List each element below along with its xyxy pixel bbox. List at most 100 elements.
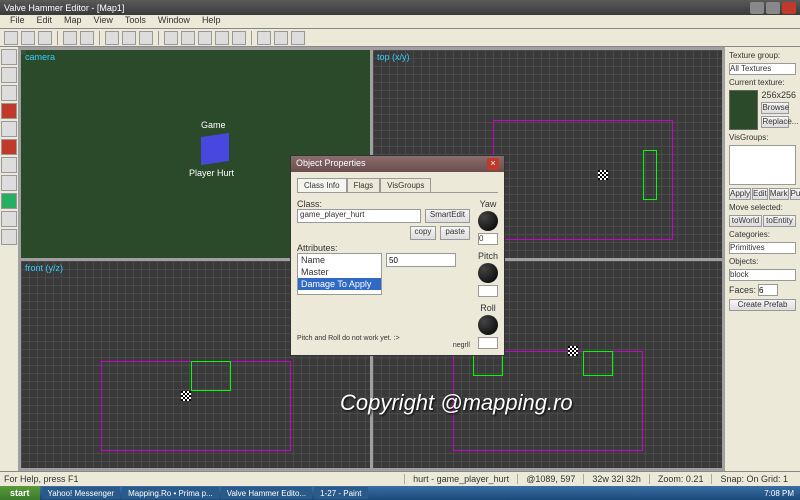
taskbar-item[interactable]: 1-27 - Paint	[314, 487, 367, 499]
object-properties-dialog: Object Properties × Class Info Flags Vis…	[290, 155, 505, 356]
taskbar-item[interactable]: Mapping.Ro • Prima p...	[122, 487, 219, 499]
smartedit-button[interactable]: SmartEdit	[425, 209, 470, 223]
paste-icon[interactable]	[139, 31, 153, 45]
taskbar-item[interactable]: Valve Hammer Edito...	[221, 487, 312, 499]
ungroup-icon[interactable]	[232, 31, 246, 45]
viewport-label: top (x/y)	[377, 52, 410, 62]
objects-select[interactable]: block	[729, 269, 796, 281]
attr-name[interactable]: Name	[298, 254, 381, 266]
menu-view[interactable]: View	[88, 15, 119, 28]
purge-button[interactable]: Purge	[790, 188, 800, 200]
decal-tool[interactable]	[1, 175, 17, 191]
tool-palette	[0, 47, 18, 471]
faces-input[interactable]	[758, 284, 778, 296]
minimize-button[interactable]	[750, 2, 764, 14]
magnify-tool[interactable]	[1, 67, 17, 83]
paste-button[interactable]: paste	[440, 226, 470, 240]
undo-icon[interactable]	[63, 31, 77, 45]
roll-sphere[interactable]	[478, 315, 498, 335]
texture-group-select[interactable]: All Textures	[729, 63, 796, 75]
selection-box[interactable]	[643, 150, 657, 200]
move-selected-label: Move selected:	[729, 203, 796, 212]
tab-classinfo[interactable]: Class Info	[297, 178, 347, 192]
group-icon[interactable]	[215, 31, 229, 45]
selection-tool[interactable]	[1, 49, 17, 65]
align-icon[interactable]	[274, 31, 288, 45]
vertex-tool[interactable]	[1, 211, 17, 227]
mark-button[interactable]: Mark	[769, 188, 789, 200]
maximize-button[interactable]	[766, 2, 780, 14]
save-icon[interactable]	[38, 31, 52, 45]
entity-handle[interactable]	[181, 391, 191, 401]
cut-icon[interactable]	[105, 31, 119, 45]
title-bar: Valve Hammer Editor - [Map1]	[0, 0, 800, 15]
clip-tool[interactable]	[1, 193, 17, 209]
redo-icon[interactable]	[80, 31, 94, 45]
menu-help[interactable]: Help	[196, 15, 227, 28]
visgroups-list[interactable]	[729, 145, 796, 185]
create-prefab-button[interactable]: Create Prefab	[729, 299, 796, 311]
menu-tools[interactable]: Tools	[119, 15, 152, 28]
pitch-select[interactable]	[478, 285, 498, 297]
current-texture-label: Current texture:	[729, 78, 796, 87]
dialog-titlebar[interactable]: Object Properties ×	[291, 156, 504, 172]
attributes-list[interactable]: Name Master Damage To Apply	[297, 253, 382, 295]
apply-button[interactable]: Apply	[729, 188, 751, 200]
camera-tool[interactable]	[1, 85, 17, 101]
start-button[interactable]: start	[0, 486, 40, 500]
visgroups-label: VisGroups:	[729, 133, 796, 142]
replace-button[interactable]: Replace...	[761, 116, 789, 128]
tab-visgroups[interactable]: VisGroups	[380, 178, 431, 192]
status-coords: @1089, 597	[517, 474, 583, 484]
run-icon[interactable]	[291, 31, 305, 45]
close-button[interactable]	[782, 2, 796, 14]
dialog-title: Object Properties	[296, 158, 366, 170]
taskbar: start Yahoo! Messenger Mapping.Ro • Prim…	[0, 486, 800, 500]
texture-tool[interactable]	[1, 139, 17, 155]
texture-preview[interactable]	[729, 90, 758, 130]
attr-master[interactable]: Master	[298, 266, 381, 278]
entity-handle[interactable]	[598, 170, 608, 180]
menu-file[interactable]: File	[4, 15, 31, 28]
dialog-close-button[interactable]: ×	[487, 158, 499, 170]
attribute-value-input[interactable]	[386, 253, 456, 267]
roll-select[interactable]	[478, 337, 498, 349]
menu-window[interactable]: Window	[152, 15, 196, 28]
path-tool[interactable]	[1, 229, 17, 245]
class-select[interactable]: game_player_hurt	[297, 209, 421, 223]
entity-cube[interactable]	[201, 133, 229, 165]
entity-tool[interactable]	[1, 103, 17, 119]
categories-select[interactable]: Primitives	[729, 242, 796, 254]
browse-button[interactable]: Browse	[761, 102, 789, 114]
new-icon[interactable]	[4, 31, 18, 45]
toworld-button[interactable]: toWorld	[729, 215, 762, 227]
roll-label: Roll	[480, 303, 496, 313]
viewport-label: camera	[25, 52, 55, 62]
taskbar-item[interactable]: Yahoo! Messenger	[42, 487, 121, 499]
block-tool[interactable]	[1, 121, 17, 137]
menu-edit[interactable]: Edit	[31, 15, 59, 28]
edit-button[interactable]: Edit	[752, 188, 768, 200]
menu-map[interactable]: Map	[58, 15, 88, 28]
selection-box[interactable]	[583, 351, 613, 376]
status-help: For Help, press F1	[4, 474, 79, 484]
texture-lock-icon[interactable]	[257, 31, 271, 45]
menu-bar: File Edit Map View Tools Window Help	[0, 15, 800, 29]
copy-button[interactable]: copy	[410, 226, 437, 240]
yaw-select[interactable]: 0	[478, 233, 498, 245]
selection-box[interactable]	[191, 361, 231, 391]
yaw-sphere[interactable]	[478, 211, 498, 231]
texture-group-label: Texture group:	[729, 51, 796, 60]
snap-icon[interactable]	[181, 31, 195, 45]
open-icon[interactable]	[21, 31, 35, 45]
copy-icon[interactable]	[122, 31, 136, 45]
tab-flags[interactable]: Flags	[347, 178, 381, 192]
grid-icon[interactable]	[164, 31, 178, 45]
toentity-button[interactable]: toEntity	[763, 215, 796, 227]
status-zoom: Zoom: 0.21	[649, 474, 712, 484]
carve-icon[interactable]	[198, 31, 212, 45]
pitch-sphere[interactable]	[478, 263, 498, 283]
entity-handle[interactable]	[568, 346, 578, 356]
apply-tool[interactable]	[1, 157, 17, 173]
attr-damage[interactable]: Damage To Apply	[298, 278, 381, 290]
